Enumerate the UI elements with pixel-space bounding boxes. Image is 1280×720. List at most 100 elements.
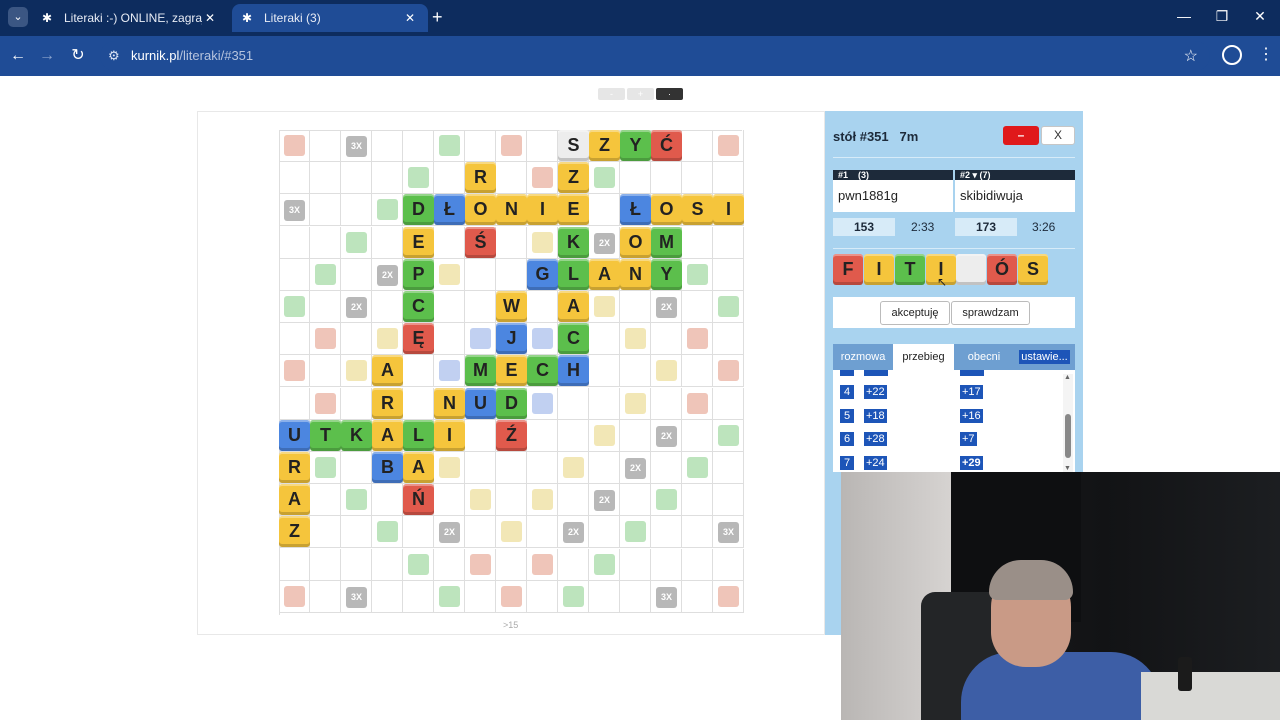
board-cell[interactable]: [713, 452, 744, 484]
board-cell[interactable]: [434, 548, 465, 581]
board-cell[interactable]: [310, 580, 341, 613]
board-cell[interactable]: [713, 580, 744, 613]
board-cell[interactable]: [651, 548, 682, 581]
board-cell[interactable]: [496, 516, 527, 549]
board-cell[interactable]: [341, 387, 372, 420]
rack-tile[interactable]: Ó: [987, 254, 1017, 285]
board-cell[interactable]: [403, 516, 434, 549]
url-text[interactable]: kurnik.pl/literaki/#351: [131, 48, 253, 63]
check-button[interactable]: sprawdzam: [951, 301, 1030, 325]
board-cell[interactable]: [682, 419, 713, 452]
board-cell[interactable]: 2X: [558, 516, 589, 549]
close-icon[interactable]: ✕: [202, 10, 218, 26]
board-cell[interactable]: [341, 323, 372, 356]
board-cell[interactable]: [372, 516, 403, 549]
board-cell[interactable]: [310, 452, 341, 484]
board-cell[interactable]: [589, 419, 620, 452]
board-cell[interactable]: [310, 516, 341, 549]
board-cell[interactable]: [620, 387, 651, 420]
board-cell[interactable]: [651, 323, 682, 356]
board-cell[interactable]: [434, 162, 465, 195]
board-cell[interactable]: [682, 162, 713, 195]
board-cell[interactable]: [279, 291, 310, 323]
board-cell[interactable]: [713, 226, 744, 259]
board-cell[interactable]: [372, 291, 403, 323]
board-cell[interactable]: [465, 484, 496, 517]
board-cell[interactable]: [434, 580, 465, 613]
board-cell[interactable]: [713, 484, 744, 517]
board-cell[interactable]: 2X: [589, 484, 620, 517]
board-cell[interactable]: [651, 452, 682, 484]
board-cell[interactable]: [372, 130, 403, 162]
board-cell[interactable]: [496, 130, 527, 162]
board-cell[interactable]: [558, 452, 589, 484]
close-button[interactable]: X: [1041, 126, 1075, 145]
board-cell[interactable]: [620, 323, 651, 356]
board-cell[interactable]: [434, 130, 465, 162]
board-cell[interactable]: [310, 258, 341, 291]
board-cell[interactable]: [372, 484, 403, 517]
leave-button[interactable]: –: [1003, 126, 1039, 145]
board-cell[interactable]: [372, 194, 403, 227]
board-cell[interactable]: [496, 452, 527, 484]
board-cell[interactable]: [527, 226, 558, 259]
rack-tile[interactable]: [956, 254, 986, 285]
board-cell[interactable]: [465, 130, 496, 162]
site-info-icon[interactable]: ⚙: [108, 48, 120, 64]
board-cell[interactable]: [341, 355, 372, 388]
board-cell[interactable]: [341, 226, 372, 259]
board-cell[interactable]: [682, 548, 713, 581]
board-cell[interactable]: [434, 323, 465, 356]
board-cell[interactable]: [279, 387, 310, 420]
board-cell[interactable]: [465, 419, 496, 452]
rack-tile[interactable]: F: [833, 254, 863, 285]
board-cell[interactable]: [620, 484, 651, 517]
board-cell[interactable]: 2X: [620, 452, 651, 484]
board-cell[interactable]: [341, 484, 372, 517]
board-cell[interactable]: [465, 548, 496, 581]
board-cell[interactable]: [434, 226, 465, 259]
board-cell[interactable]: [682, 355, 713, 388]
rack-tile[interactable]: S: [1018, 254, 1048, 285]
zoom-reset-button[interactable]: ·: [656, 88, 683, 100]
board-cell[interactable]: [527, 452, 558, 484]
board-cell[interactable]: [589, 548, 620, 581]
board-cell[interactable]: [496, 258, 527, 291]
board-cell[interactable]: [403, 387, 434, 420]
board-cell[interactable]: [620, 548, 651, 581]
board-cell[interactable]: [713, 130, 744, 162]
board-cell[interactable]: [310, 162, 341, 195]
board-cell[interactable]: [651, 387, 682, 420]
board-cell[interactable]: [527, 291, 558, 323]
game-board[interactable]: 3X 3X 2X 2X 2X 2X 2X 2X 2X 2X 2X 3X 3X 3X S Z Y Ć R Z D Ł O N I E…: [279, 130, 744, 615]
board-cell[interactable]: [713, 323, 744, 356]
board-cell[interactable]: [682, 516, 713, 549]
board-cell[interactable]: [341, 548, 372, 581]
board-cell[interactable]: [434, 452, 465, 484]
board-cell[interactable]: [279, 580, 310, 613]
history-scrollbar[interactable]: ▲ ▼: [1063, 374, 1073, 472]
board-cell[interactable]: 3X: [279, 194, 310, 227]
board-cell[interactable]: [496, 580, 527, 613]
board-cell[interactable]: 2X: [589, 226, 620, 259]
board-cell[interactable]: [310, 484, 341, 517]
board-cell[interactable]: [434, 484, 465, 517]
tab-present[interactable]: obecni: [954, 344, 1014, 370]
board-cell[interactable]: [682, 580, 713, 613]
board-cell[interactable]: [496, 548, 527, 581]
window-close-icon[interactable]: ✕: [1250, 8, 1270, 25]
board-cell[interactable]: [465, 291, 496, 323]
move-history[interactable]: 7 +24 +29 6 +28 +7 5 +18 +16 4 +22 +17 ▲ ▼: [833, 370, 1075, 472]
board-cell[interactable]: [527, 130, 558, 162]
board-cell[interactable]: [589, 355, 620, 388]
board-cell[interactable]: [620, 516, 651, 549]
kebab-menu-icon[interactable]: ⋮: [1258, 44, 1274, 64]
board-cell[interactable]: [310, 355, 341, 388]
forward-icon[interactable]: →: [37, 46, 57, 66]
board-cell[interactable]: 3X: [341, 130, 372, 162]
tab-history[interactable]: przebieg: [893, 344, 954, 370]
board-cell[interactable]: [620, 580, 651, 613]
board-cell[interactable]: [279, 548, 310, 581]
accept-button[interactable]: akceptuję: [880, 301, 950, 325]
board-cell[interactable]: [558, 387, 589, 420]
